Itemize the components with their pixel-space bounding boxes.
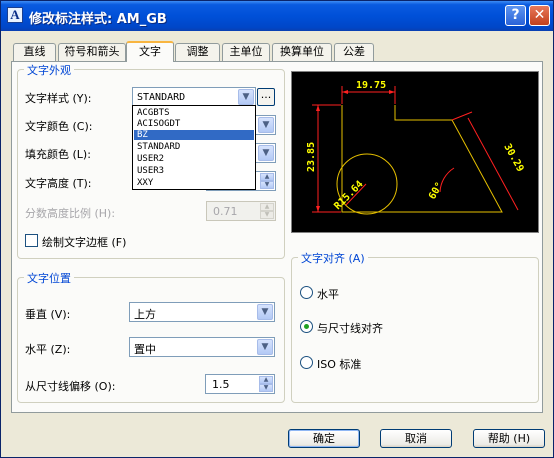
text-frame-label: 绘制文字边框 (F) <box>42 236 127 249</box>
text-style-label: 文字样式 (Y): <box>25 92 92 105</box>
text-style-dropdown-list[interactable]: ACGBTS ACISOGDT BZ STANDARD USER2 USER3 … <box>132 105 256 190</box>
title-bar[interactable]: A 修改标注样式: AM_GB ? ✕ <box>1 1 553 31</box>
text-style-value: STANDARD <box>137 92 186 103</box>
fraction-height-spinner: 0.71 ▲ ▼ <box>206 201 276 221</box>
text-height-label: 文字高度 (T): <box>25 177 92 190</box>
text-frame-checkbox[interactable] <box>25 234 38 247</box>
dimension-preview-drawing: 19.75 23.85 R15.64 60° 30.29 <box>306 80 526 215</box>
fraction-height-value: 0.71 <box>213 205 238 218</box>
offset-spinner[interactable]: 1.5 ▲ ▼ <box>205 374 275 394</box>
tab-alternate-units[interactable]: 换算单位 <box>272 43 332 61</box>
chevron-down-icon[interactable]: ▼ <box>238 89 254 105</box>
preview-dim-diag-text: 30.29 <box>501 142 525 174</box>
tab-symbols-arrows[interactable]: 符号和箭头 <box>58 43 126 61</box>
radio-selected-dot <box>304 324 309 329</box>
chevron-down-icon[interactable]: ▼ <box>258 117 274 133</box>
cancel-button[interactable]: 取消 <box>380 429 452 448</box>
spin-up-icon: ▲ <box>260 203 274 211</box>
text-style-combo[interactable]: STANDARD ▼ <box>132 87 256 107</box>
tab-text[interactable]: 文字 <box>126 41 174 62</box>
offset-value: 1.5 <box>212 378 230 391</box>
align-horizontal-label: 水平 <box>317 288 339 301</box>
list-item[interactable]: XXY <box>134 178 254 188</box>
vertical-combo[interactable]: 上方 ▼ <box>129 302 275 322</box>
help-button[interactable]: 帮助 (H) <box>473 429 545 448</box>
vertical-label: 垂直 (V): <box>25 308 71 321</box>
text-style-browse-button[interactable]: ... <box>257 88 275 106</box>
spin-up-icon[interactable]: ▲ <box>260 173 274 181</box>
window-title: 修改标注样式: AM_GB <box>29 12 167 27</box>
text-color-label: 文字颜色 (C): <box>25 120 93 133</box>
fill-color-label: 填充颜色 (L): <box>25 148 91 161</box>
horizontal-value: 置中 <box>134 343 156 356</box>
text-placement-legend: 文字位置 <box>24 270 74 286</box>
tab-fit[interactable]: 调整 <box>175 43 220 61</box>
list-item[interactable]: ACISOGDT <box>134 119 254 129</box>
list-item[interactable]: STANDARD <box>134 142 254 152</box>
spin-down-icon: ▼ <box>260 211 274 219</box>
align-with-dim-line-radio[interactable] <box>300 320 313 333</box>
vertical-value: 上方 <box>134 308 156 321</box>
chevron-down-icon[interactable]: ▼ <box>257 304 273 320</box>
list-item[interactable]: ACGBTS <box>134 108 254 118</box>
ok-button[interactable]: 确定 <box>288 429 360 448</box>
list-item-selected[interactable]: BZ <box>134 130 254 140</box>
chevron-down-icon[interactable]: ▼ <box>257 339 273 355</box>
preview-pane: 19.75 23.85 R15.64 60° 30.29 <box>291 71 539 233</box>
offset-label: 从尺寸线偏移 (O): <box>25 380 116 393</box>
tab-tolerances[interactable]: 公差 <box>334 43 374 61</box>
preview-part-outline <box>341 105 503 213</box>
chevron-down-icon[interactable]: ▼ <box>258 145 274 161</box>
spin-up-icon[interactable]: ▲ <box>259 376 273 384</box>
align-iso-label: ISO 标准 <box>317 358 362 371</box>
text-appearance-legend: 文字外观 <box>24 62 74 78</box>
help-title-button[interactable]: ? <box>505 5 526 26</box>
autocad-dimension-icon: A <box>7 7 23 23</box>
spin-down-icon[interactable]: ▼ <box>259 384 273 392</box>
dialog-window: A 修改标注样式: AM_GB ? ✕ 直线 符号和箭头 文字 调整 主单位 换… <box>0 0 554 458</box>
horizontal-label: 水平 (Z): <box>25 343 71 356</box>
list-item[interactable]: USER2 <box>134 154 254 164</box>
align-horizontal-radio[interactable] <box>300 286 313 299</box>
spin-down-icon[interactable]: ▼ <box>260 181 274 189</box>
align-iso-radio[interactable] <box>300 356 313 369</box>
tab-lines[interactable]: 直线 <box>13 43 56 61</box>
preview-dim-angle-text: 60° <box>427 180 446 201</box>
close-button[interactable]: ✕ <box>529 5 550 26</box>
fraction-height-label: 分数高度比例 (H): <box>25 207 116 220</box>
align-with-dim-line-label: 与尺寸线对齐 <box>317 322 383 335</box>
preview-dim-left-text: 23.85 <box>306 142 317 172</box>
tab-primary-units[interactable]: 主单位 <box>222 43 270 61</box>
horizontal-combo[interactable]: 置中 ▼ <box>129 337 275 357</box>
preview-dim-top-text: 19.75 <box>356 80 386 91</box>
list-item[interactable]: USER3 <box>134 166 254 176</box>
text-alignment-legend: 文字对齐 (A) <box>298 250 368 266</box>
